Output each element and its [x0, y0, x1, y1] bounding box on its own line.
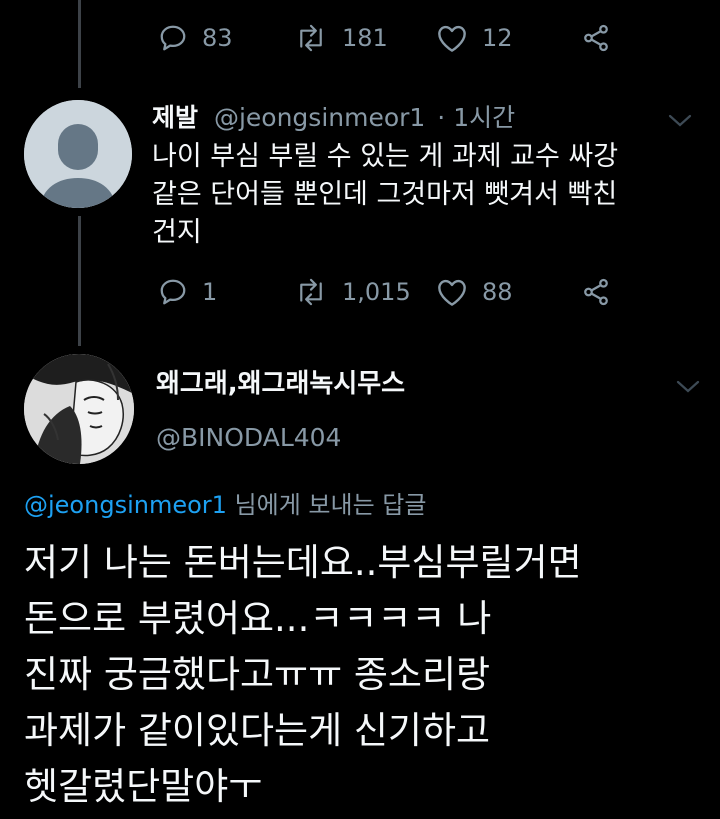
retweet-action[interactable]: 181 — [294, 23, 436, 53]
chevron-down-icon — [668, 114, 692, 127]
tweet-text: 나이 부심 부릴 수 있는 게 과제 교수 싸강 같은 단어들 뿐인데 그것마저… — [152, 141, 619, 248]
sketch-portrait-avatar — [24, 354, 134, 464]
reply-text: 저기 나는 돈버는데요..부심부릴거면 돈으로 부렸어요...ㅋㅋㅋㅋ 나 진짜… — [24, 541, 582, 808]
retweet-arrows-icon — [300, 278, 322, 306]
reply-menu-caret[interactable] — [674, 374, 702, 402]
retweet-action[interactable]: 1,015 — [294, 277, 436, 307]
retweet-count: 1,015 — [342, 278, 411, 306]
tweet-header: 제발 @jeongsinmeor1 · 1시간 — [152, 100, 515, 136]
retweet-arrows-icon — [300, 24, 322, 52]
default-profile-icon — [24, 100, 132, 208]
thread-line-bottom — [78, 216, 81, 346]
reply-count: 83 — [202, 24, 233, 52]
heart-outline-icon — [438, 25, 466, 52]
like-count: 12 — [482, 24, 513, 52]
reply-author-avatar[interactable] — [24, 354, 134, 464]
reply-count: 1 — [202, 278, 218, 306]
like-action[interactable]: 12 — [436, 23, 580, 53]
share-nodes-icon — [584, 278, 608, 306]
like-action[interactable]: 88 — [436, 277, 580, 307]
thread-line-top — [78, 0, 81, 88]
author-handle[interactable]: @jeongsinmeor1 — [214, 103, 425, 132]
share-nodes-icon — [584, 24, 608, 52]
reply-author-name[interactable]: 왜그래,왜그래녹시무스 — [156, 366, 405, 402]
reply-action[interactable]: 83 — [158, 23, 294, 53]
top-tweet-actions: 83 181 12 — [158, 18, 612, 58]
like-count: 88 — [482, 278, 513, 306]
share-action[interactable] — [580, 277, 612, 307]
tweet-actions: 1 1,015 88 — [158, 272, 612, 312]
chevron-down-icon — [676, 380, 700, 393]
speech-bubble-icon — [160, 25, 186, 51]
default-avatar[interactable] — [24, 100, 132, 208]
reply-to-label: 님에게 보내는 답글 — [226, 491, 427, 519]
reply-to-mention[interactable]: @jeongsinmeor1 — [24, 491, 227, 519]
reply-author-handle[interactable]: @BINODAL404 — [156, 420, 341, 456]
speech-bubble-icon — [160, 279, 186, 305]
reply-action[interactable]: 1 — [158, 277, 294, 307]
share-action[interactable] — [580, 23, 612, 53]
heart-outline-icon — [438, 279, 466, 306]
retweet-count: 181 — [342, 24, 388, 52]
tweet-time: · 1시간 — [437, 103, 516, 132]
replying-to-line: @jeongsinmeor1 님에게 보내는 답글 — [24, 488, 426, 522]
author-name[interactable]: 제발 — [152, 103, 198, 132]
tweet-menu-caret[interactable] — [666, 108, 694, 136]
